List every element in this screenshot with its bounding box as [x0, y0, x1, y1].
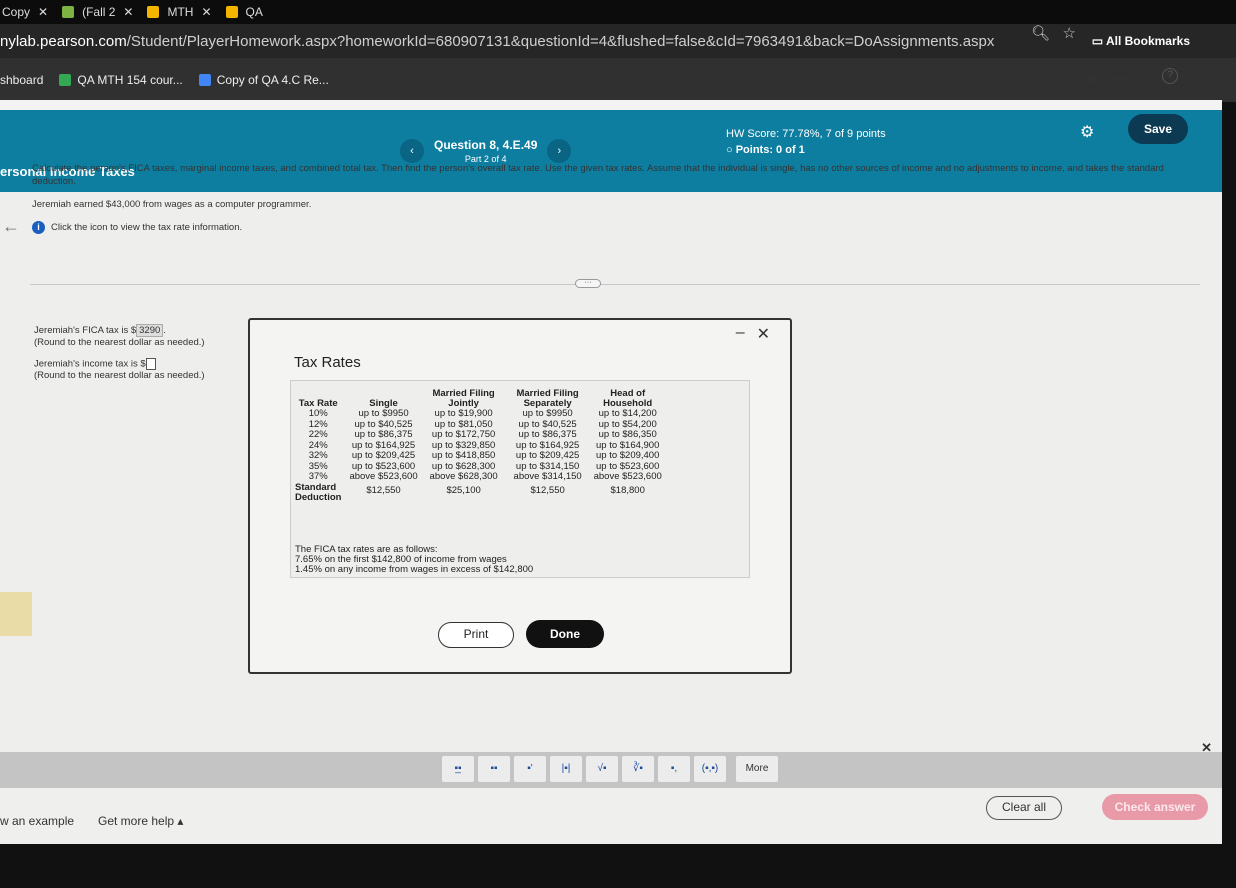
bracket-cell: up to $209,425: [351, 450, 416, 461]
expand-dots-button[interactable]: ···: [575, 279, 601, 288]
bracket-cell: above $628,300: [429, 471, 498, 482]
bracket-cell: up to $14,200: [598, 408, 657, 419]
tax-table-panel: Tax Rate Single Married Filing Jointly M…: [290, 380, 750, 578]
divider: [30, 284, 1200, 285]
fraction-icon[interactable]: ▪̲▪: [442, 756, 474, 782]
zoom-icon[interactable]: 🔍︎: [1031, 25, 1050, 42]
sqrt-icon[interactable]: √▪: [586, 756, 618, 782]
rate-cell: 10%: [308, 408, 328, 419]
info-icon[interactable]: i: [32, 221, 45, 234]
sheets-icon: [59, 74, 72, 86]
scenario-text: Jeremiah earned $43,000 from wages as a …: [32, 199, 312, 210]
rate-cell: 22%: [308, 429, 328, 440]
check-answer-button[interactable]: Check answer: [1102, 794, 1208, 820]
bracket-cell: up to $172,750: [431, 429, 496, 440]
close-tab-icon[interactable]: ✕: [201, 5, 211, 19]
question-nav: ‹ Question 8, 4.E.49 Part 2 of 4 ›: [400, 138, 572, 164]
income-tax-input[interactable]: [145, 358, 156, 370]
bracket-cell: up to $9950: [522, 408, 573, 419]
bracket-cell: up to $86,350: [598, 429, 657, 440]
tax-rates-dialog: – ✕ Tax Rates Tax Rate Single Married Fil…: [248, 318, 792, 674]
bracket-cell: above $523,600: [593, 471, 662, 482]
browser-tab[interactable]: (Fall 2 ✕: [62, 5, 133, 19]
subscript-icon[interactable]: ▪,: [658, 756, 690, 782]
bracket-cell: above $523,600: [349, 471, 418, 482]
bracket-cell: up to $9950: [358, 408, 409, 419]
folder-icon: ▭: [1091, 34, 1104, 48]
more-button[interactable]: More: [736, 756, 778, 782]
done-button[interactable]: Done: [526, 620, 604, 648]
view-example-link[interactable]: w an example: [0, 814, 74, 828]
help-icon[interactable]: ?: [1162, 68, 1178, 84]
bookmark-dashboard[interactable]: shboard: [0, 73, 43, 87]
clear-all-button[interactable]: Clear all: [986, 796, 1062, 820]
all-bookmarks-button[interactable]: ▭ All Bookmarks: [1092, 34, 1190, 48]
round-note: (Round to the nearest dollar as needed.): [34, 337, 205, 348]
browser-tab-bar: Copy ✕ (Fall 2 ✕ MTH ✕ QA: [0, 0, 1236, 24]
tax-row: 22% up to $86,375 up to $172,750 up to $86,…: [291, 429, 666, 441]
close-tab-icon[interactable]: ✕: [123, 5, 133, 19]
rate-cell: 32%: [308, 450, 328, 461]
fica-info: The FICA tax rates are as follows: 7.65%…: [295, 544, 534, 575]
browser-tab[interactable]: QA: [225, 5, 263, 19]
bookmark-copy-of-qa[interactable]: Copy of QA 4.C Re...: [198, 73, 329, 87]
tax-row: 32% up to $209,425 up to $418,850 up to $20…: [291, 450, 666, 462]
deduction-cell: $12,550: [366, 484, 401, 496]
favicon-icon: [225, 6, 238, 18]
star-icon[interactable]: ☆: [1063, 25, 1076, 42]
close-toolbar-icon[interactable]: ✕: [1201, 740, 1212, 756]
bracket-cell: up to $86,375: [354, 429, 413, 440]
favicon-icon: [147, 6, 160, 18]
info-hint: Click the icon to view the tax rate info…: [51, 222, 243, 233]
tax-row: 10% up to $9950 up to $19,900 up to $9950 up…: [291, 408, 666, 420]
browser-tab[interactable]: Copy ✕: [2, 5, 48, 19]
save-button[interactable]: Save: [1128, 114, 1188, 144]
browser-tab[interactable]: MTH ✕: [147, 5, 212, 19]
dialog-title: Tax Rates: [294, 354, 361, 371]
prev-question-button[interactable]: ‹: [400, 139, 424, 163]
bracket-cell: up to $86,375: [518, 429, 577, 440]
back-arrow-icon[interactable]: ←: [2, 216, 20, 237]
side-marker: [0, 592, 32, 636]
close-icon[interactable]: ✕: [757, 324, 770, 344]
fica-tax-input[interactable]: 3290: [136, 324, 164, 337]
docs-icon: [198, 74, 211, 86]
bracket-cell: above $314,150: [513, 471, 582, 482]
rate-cell: 37%: [308, 471, 328, 482]
address-bar[interactable]: nylab.pearson.com/Student/PlayerHomework…: [0, 24, 1236, 58]
tax-rate-table: Tax Rate Single Married Filing Jointly M…: [291, 389, 666, 504]
next-question-button[interactable]: ›: [547, 139, 572, 163]
bracket-cell: up to $19,900: [434, 408, 493, 419]
close-tab-icon[interactable]: ✕: [38, 5, 48, 19]
favicon-icon: [62, 6, 75, 18]
tax-row: 37% above $523,600 above $628,300 above $31…: [291, 471, 666, 483]
minimize-icon[interactable]: –: [736, 324, 745, 344]
bracket-cell: up to $418,850: [431, 450, 496, 461]
deduction-cell: $12,550: [530, 484, 565, 496]
print-button[interactable]: Print: [438, 622, 514, 648]
deduction-cell: $25,100: [446, 484, 481, 496]
nth-root-icon[interactable]: ∛▪: [622, 756, 654, 782]
math-toolbar: ▪̲▪ ▪▪ ▪' |▪| √▪ ∛▪ ▪, (▪,▪) More ✕: [0, 740, 1222, 788]
footer: w an example Get more help ▴ Clear all C…: [0, 788, 1222, 844]
circle-icon: ○: [726, 144, 733, 156]
bracket-cell: up to $209,400: [595, 450, 660, 461]
user-name[interactable]: ruth pereira: [1081, 72, 1142, 86]
standard-deduction-row: Standard Deduction $12,550 $25,100 $12,550 $…: [291, 482, 666, 504]
mixed-number-icon[interactable]: ▪▪: [478, 756, 510, 782]
hw-score: HW Score: 77.78%, 7 of 9 points: [726, 128, 886, 140]
bracket-cell: up to $209,425: [515, 450, 580, 461]
ordered-pair-icon[interactable]: (▪,▪): [694, 756, 726, 782]
round-note: (Round to the nearest dollar as needed.): [34, 370, 205, 381]
gear-icon[interactable]: ⚙: [1080, 122, 1094, 142]
bookmarks-bar: shboard QA MTH 154 cour... Copy of QA 4.…: [0, 34, 1236, 102]
bookmark-qa-mth-154[interactable]: QA MTH 154 cour...: [59, 73, 183, 87]
deduction-cell: $18,800: [610, 484, 645, 496]
exponent-icon[interactable]: ▪': [514, 756, 546, 782]
question-text: Calculate the person's FICA taxes, margi…: [32, 163, 1164, 187]
points: Points: 0 of 1: [735, 144, 805, 156]
absolute-value-icon[interactable]: |▪|: [550, 756, 582, 782]
get-more-help-link[interactable]: Get more help ▴: [98, 814, 183, 828]
question-title: Question 8, 4.E.49: [434, 138, 538, 152]
